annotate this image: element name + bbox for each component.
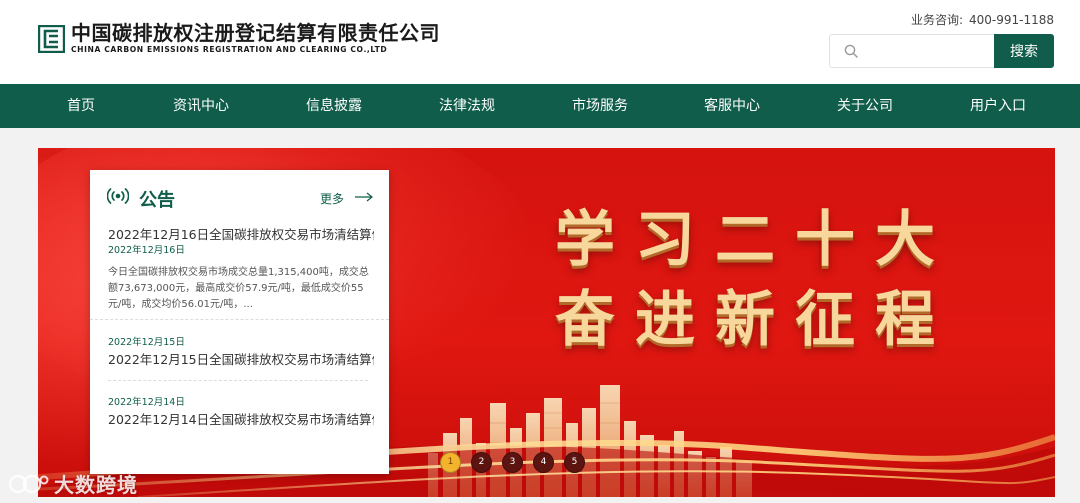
hotline-number: 400-991-1188	[968, 13, 1054, 27]
nav-item-market-services[interactable]: 市场服务	[572, 84, 628, 128]
announcement-title: 公告	[139, 190, 175, 211]
banner-line-2: 奋进新征程	[555, 285, 955, 355]
search-input[interactable]	[864, 35, 994, 67]
broadcast-icon	[107, 188, 129, 204]
nav-item-news[interactable]: 资讯中心	[173, 84, 229, 128]
hotline: 业务咨询: 400-991-1188	[911, 11, 1054, 28]
announcement-header: 公告 更多	[90, 170, 389, 222]
banner-line-1: 学习二十大	[555, 205, 955, 275]
announcement-item-summary-1: 今日全国碳排放权交易市场成交总量1,315,400吨，成交总额73,673,00…	[108, 267, 369, 310]
announcement-item-date-3: 2022年12月14日	[108, 397, 185, 408]
banner-dot-5[interactable]: 5	[564, 452, 585, 473]
watermark: 大数跨境	[8, 469, 138, 498]
banner-dot-4[interactable]: 4	[533, 452, 554, 473]
main-nav: 首页 资讯中心 信息披露 法律法规 市场服务 客服中心 关于公司 用户入口	[0, 84, 1080, 128]
search-bar: 搜索	[829, 34, 1054, 68]
announcement-item-title-2[interactable]: 2022年12月15日全国碳排放权交易市场清结算信...	[108, 349, 374, 368]
hotline-label: 业务咨询:	[910, 13, 963, 27]
ccerc-logo-icon	[38, 24, 65, 53]
watermark-text: 大数跨境	[54, 473, 138, 497]
announcement-item-date-2: 2022年12月15日	[108, 337, 185, 348]
nav-item-home[interactable]: 首页	[67, 84, 95, 128]
banner-slogan: 学习二十大 奋进新征程	[555, 200, 955, 360]
announcement-item-date-1: 2022年12月16日	[108, 245, 185, 256]
nav-item-laws[interactable]: 法律法规	[439, 84, 495, 128]
search-button[interactable]: 搜索	[994, 34, 1054, 68]
announcement-item-title-1[interactable]: 2022年12月16日全国碳排放权交易市场清结算信...	[108, 224, 374, 243]
search-icon	[844, 44, 858, 58]
banner-pagination: 1 2 3 4 5	[440, 452, 595, 473]
watermark-logo-icon	[8, 474, 49, 493]
arrow-right-icon[interactable]	[355, 192, 373, 202]
divider	[90, 319, 389, 320]
nav-item-customer-service[interactable]: 客服中心	[704, 84, 760, 128]
divider	[108, 380, 368, 381]
logo-chinese-name: 中国碳排放权注册登记结算有限责任公司	[71, 21, 440, 45]
banner-dot-3[interactable]: 3	[502, 452, 523, 473]
nav-item-about[interactable]: 关于公司	[837, 84, 893, 128]
announcement-panel: 公告 更多 2022年12月16日全国碳排放权交易市场清结算信... 2022年…	[90, 170, 389, 474]
search-box	[829, 34, 994, 68]
logo-english-name: CHINA CARBON EMISSIONS REGISTRATION AND …	[71, 45, 388, 54]
nav-item-disclosure[interactable]: 信息披露	[306, 84, 362, 128]
banner-dot-2[interactable]: 2	[471, 452, 492, 473]
more-link[interactable]: 更多	[320, 190, 344, 207]
site-header: 中国碳排放权注册登记结算有限责任公司 CHINA CARBON EMISSION…	[0, 0, 1080, 84]
nav-item-user-login[interactable]: 用户入口	[970, 84, 1026, 128]
banner-dot-1[interactable]: 1	[440, 452, 461, 473]
site-logo[interactable]: 中国碳排放权注册登记结算有限责任公司 CHINA CARBON EMISSION…	[38, 22, 440, 55]
announcement-item-title-3[interactable]: 2022年12月14日全国碳排放权交易市场清结算信...	[108, 409, 374, 428]
